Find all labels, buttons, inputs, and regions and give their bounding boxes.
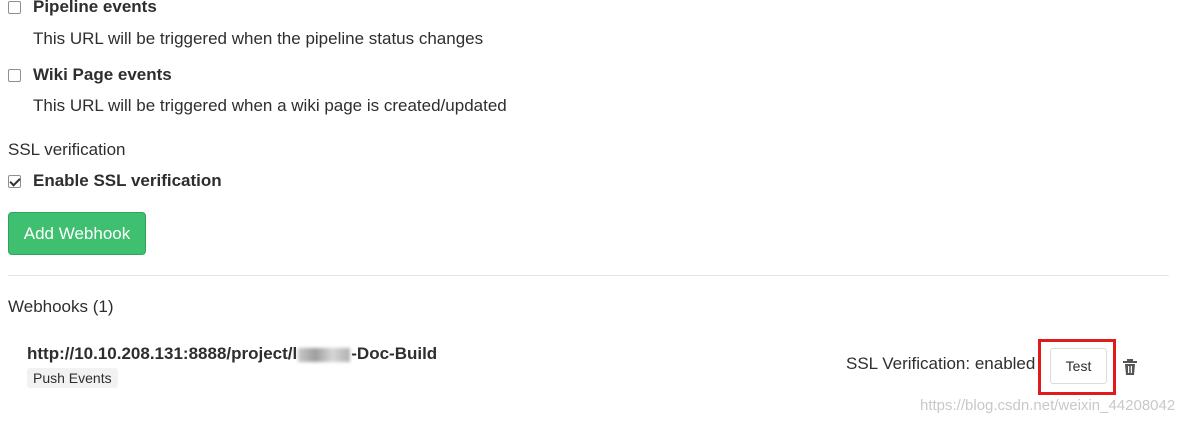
ssl-section-label: SSL verification	[8, 140, 126, 159]
add-webhook-button[interactable]: Add Webhook	[8, 212, 146, 255]
pipeline-events-row[interactable]: Pipeline events	[8, 0, 157, 17]
test-button[interactable]: Test	[1050, 348, 1107, 384]
wiki-page-events-row[interactable]: Wiki Page events	[8, 65, 172, 85]
pipeline-events-checkbox[interactable]	[8, 0, 21, 14]
wiki-page-events-label: Wiki Page events	[33, 65, 172, 84]
wiki-page-events-help: This URL will be triggered when a wiki p…	[33, 96, 507, 115]
push-events-badge: Push Events	[27, 368, 118, 388]
watermark: https://blog.csdn.net/weixin_44208042	[920, 397, 1176, 414]
ssl-verification-label: Enable SSL verification	[33, 171, 222, 190]
webhook-url-prefix: http://10.10.208.131:8888/project/l	[27, 344, 298, 363]
divider	[8, 275, 1169, 276]
webhook-url-suffix: -Doc-Build	[351, 344, 438, 363]
wiki-page-events-checkbox[interactable]	[8, 68, 21, 82]
ssl-verification-checkbox[interactable]	[8, 174, 21, 188]
trash-icon[interactable]	[1122, 358, 1138, 376]
pipeline-events-help: This URL will be triggered when the pipe…	[33, 29, 484, 48]
webhooks-title: Webhooks (1)	[8, 297, 114, 316]
webhook-url: http://10.10.208.131:8888/project/l -Doc-…	[27, 344, 437, 364]
ssl-verification-row[interactable]: Enable SSL verification	[8, 171, 222, 191]
pipeline-events-label: Pipeline events	[33, 0, 157, 16]
redacted-blur	[298, 347, 351, 362]
ssl-status-text: SSL Verification: enabled	[846, 354, 1036, 373]
